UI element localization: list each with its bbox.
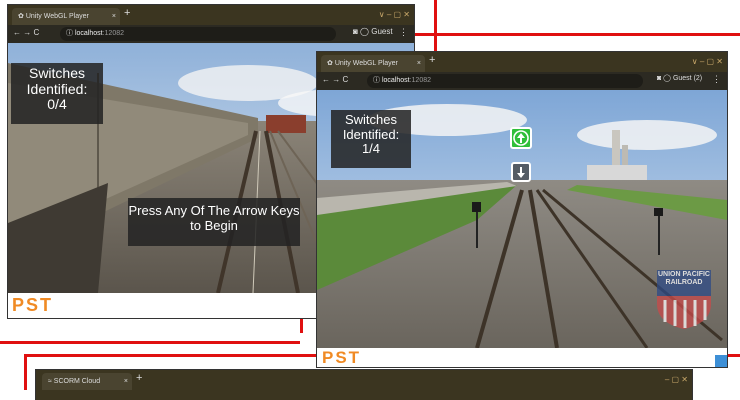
tab-unity-player[interactable]: ✿ Unity WebGL Player × [321, 55, 425, 72]
window-controls[interactable]: – ▢ ✕ [665, 370, 688, 390]
url-port: :12082 [102, 30, 125, 37]
connector-line [0, 341, 300, 344]
tab-bar: ✿ Unity WebGL Player × + ∨ – ▢ ✕ [8, 5, 414, 25]
railroad-logo-text: UNION PACIFIC RAILROAD [658, 271, 710, 286]
browser-window-bottom: ≈ SCORM Cloud × + – ▢ ✕ [36, 370, 692, 400]
window-controls[interactable]: ∨ – ▢ ✕ [379, 5, 410, 25]
switch-counter-panel: Switches Identified: 0/4 [11, 63, 103, 124]
url-field[interactable]: ⓘ localhost:12082 [367, 74, 643, 88]
connector-line [434, 0, 437, 52]
url-field[interactable]: ⓘ localhost:12082 [60, 27, 336, 41]
window-controls[interactable]: ∨ – ▢ ✕ [692, 52, 723, 72]
pst-logo: PST [12, 295, 54, 315]
url-host: localhost [381, 77, 410, 84]
tab-unity-player[interactable]: ✿ Unity WebGL Player × [12, 8, 120, 25]
address-bar: ← → C ⓘ localhost:12082 ◙ ◯ Guest (2) ⋮ [317, 72, 727, 90]
info-icon: ⓘ [66, 30, 75, 37]
url-host: localhost [74, 30, 103, 37]
profile-icon[interactable]: ◙ ◯ Guest [353, 27, 393, 36]
pst-logo: PST [322, 348, 362, 367]
arrow-down-button[interactable] [511, 162, 531, 182]
profile-icon[interactable]: ◙ ◯ Guest (2) [657, 74, 702, 82]
unity-icon: ✿ [18, 13, 24, 20]
profile-label: Guest (2) [672, 75, 703, 82]
menu-icon[interactable]: ⋮ [712, 74, 721, 85]
new-tab-button[interactable]: + [136, 372, 142, 384]
info-icon: ⓘ [373, 77, 382, 84]
tab-bar: ✿ Unity WebGL Player × + ∨ – ▢ ✕ [317, 52, 727, 72]
switch-counter-title: Switches Identified: [26, 65, 88, 97]
close-tab-icon[interactable]: × [112, 8, 116, 25]
address-bar: ← → C ⓘ localhost:12082 ◙ ◯ Guest ⋮ [8, 25, 414, 43]
switch-counter-title: Switches Identified: [342, 112, 400, 142]
tab-bar: ≈ SCORM Cloud × + – ▢ ✕ [36, 370, 692, 390]
new-tab-button[interactable]: + [124, 7, 130, 19]
unity-icon: ✿ [327, 60, 333, 67]
new-tab-button[interactable]: + [429, 54, 435, 66]
tab-scorm-cloud[interactable]: ≈ SCORM Cloud × [42, 373, 132, 390]
nav-buttons[interactable]: ← → C [13, 28, 39, 37]
close-tab-icon[interactable]: × [417, 55, 421, 72]
switch-counter-panel: Switches Identified: 1/4 [331, 110, 411, 168]
close-tab-icon[interactable]: × [124, 373, 128, 390]
union-pacific-shield-logo: UNION PACIFIC RAILROAD [655, 268, 713, 330]
tab-title: Unity WebGL Player [25, 13, 89, 20]
tab-title: Unity WebGL Player [334, 60, 398, 67]
profile-label: Guest [371, 27, 393, 36]
arrow-down-icon [517, 167, 525, 178]
game-viewport[interactable]: Switches Identified: 1/4 UNION PACIFIC R… [317, 90, 727, 348]
start-prompt: Press Any Of The Arrow Keys to Begin [128, 198, 300, 246]
resize-corner[interactable] [715, 355, 727, 367]
arrow-up-button[interactable] [510, 127, 532, 149]
tab-title: SCORM Cloud [53, 378, 101, 385]
url-port: :12082 [409, 77, 432, 84]
connector-line [24, 354, 27, 390]
menu-icon[interactable]: ⋮ [399, 27, 408, 38]
arrow-up-icon [513, 130, 529, 146]
browser-window-front: ✿ Unity WebGL Player × + ∨ – ▢ ✕ ← → C ⓘ… [317, 52, 727, 367]
switch-counter-value: 1/4 [361, 141, 381, 157]
switch-counter-value: 0/4 [47, 96, 67, 113]
nav-buttons[interactable]: ← → C [322, 75, 348, 84]
start-prompt-text: Press Any Of The Arrow Keys to Begin [128, 203, 300, 233]
